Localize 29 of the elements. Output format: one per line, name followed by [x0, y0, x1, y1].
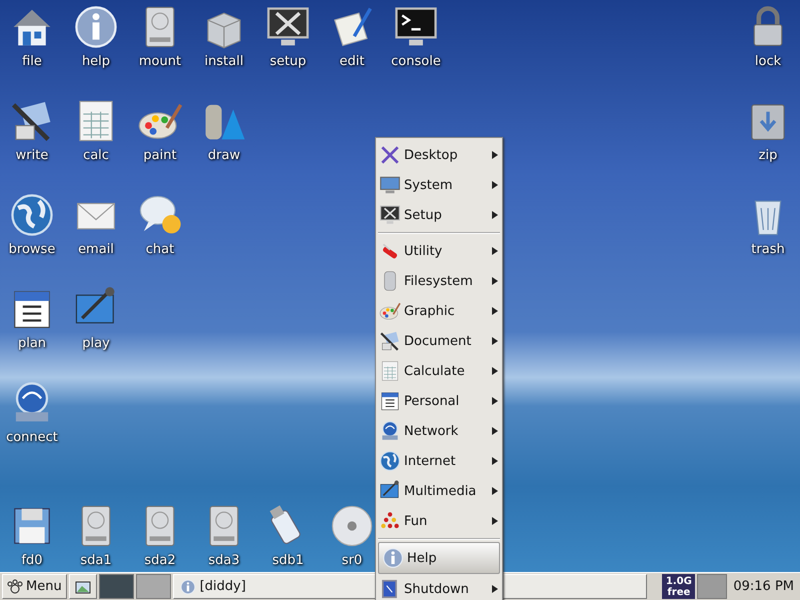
desktop-icon-label: browse — [8, 242, 56, 257]
desktop-icon-label: lock — [754, 54, 782, 69]
desktop-icon-label: mount — [138, 54, 182, 69]
clock: 09:16 PM — [732, 578, 795, 596]
desktop-icon-label: plan — [18, 336, 46, 351]
desktop-icon-label: sda1 — [80, 553, 112, 568]
desktop-icon-label: chat — [146, 242, 174, 257]
desktop-icon-label: email — [78, 242, 114, 257]
memory-size: 1.0G — [666, 576, 692, 586]
memory-free-label: free — [667, 586, 690, 598]
desktop-icon-label: trash — [751, 242, 785, 257]
desktop-icon-label: connect — [6, 430, 58, 445]
desktop-icon-label: fd0 — [21, 553, 43, 568]
desktop-icon-label: calc — [83, 148, 109, 163]
desktop-icon-label: play — [82, 336, 110, 351]
desktop-icon-label: edit — [340, 54, 364, 69]
desktop-icon-label: sda3 — [208, 553, 240, 568]
desktop-icon-label: setup — [270, 54, 306, 69]
desktop-icon-label: zip — [758, 148, 778, 163]
desktop-icon-label: help — [82, 54, 110, 69]
desktop-icon-label: write — [16, 148, 48, 163]
desktop-icon-label: sda2 — [144, 553, 176, 568]
desktop-icon-label: sr0 — [342, 553, 362, 568]
desktop-icon-label: console — [391, 54, 441, 69]
desktop-icon-label: paint — [143, 148, 177, 163]
desktop-icon-label: install — [204, 54, 244, 69]
desktop-icon-label: sdb1 — [272, 553, 304, 568]
desktop-icon-label: draw — [208, 148, 240, 163]
desktop-icon-label: file — [22, 54, 42, 69]
